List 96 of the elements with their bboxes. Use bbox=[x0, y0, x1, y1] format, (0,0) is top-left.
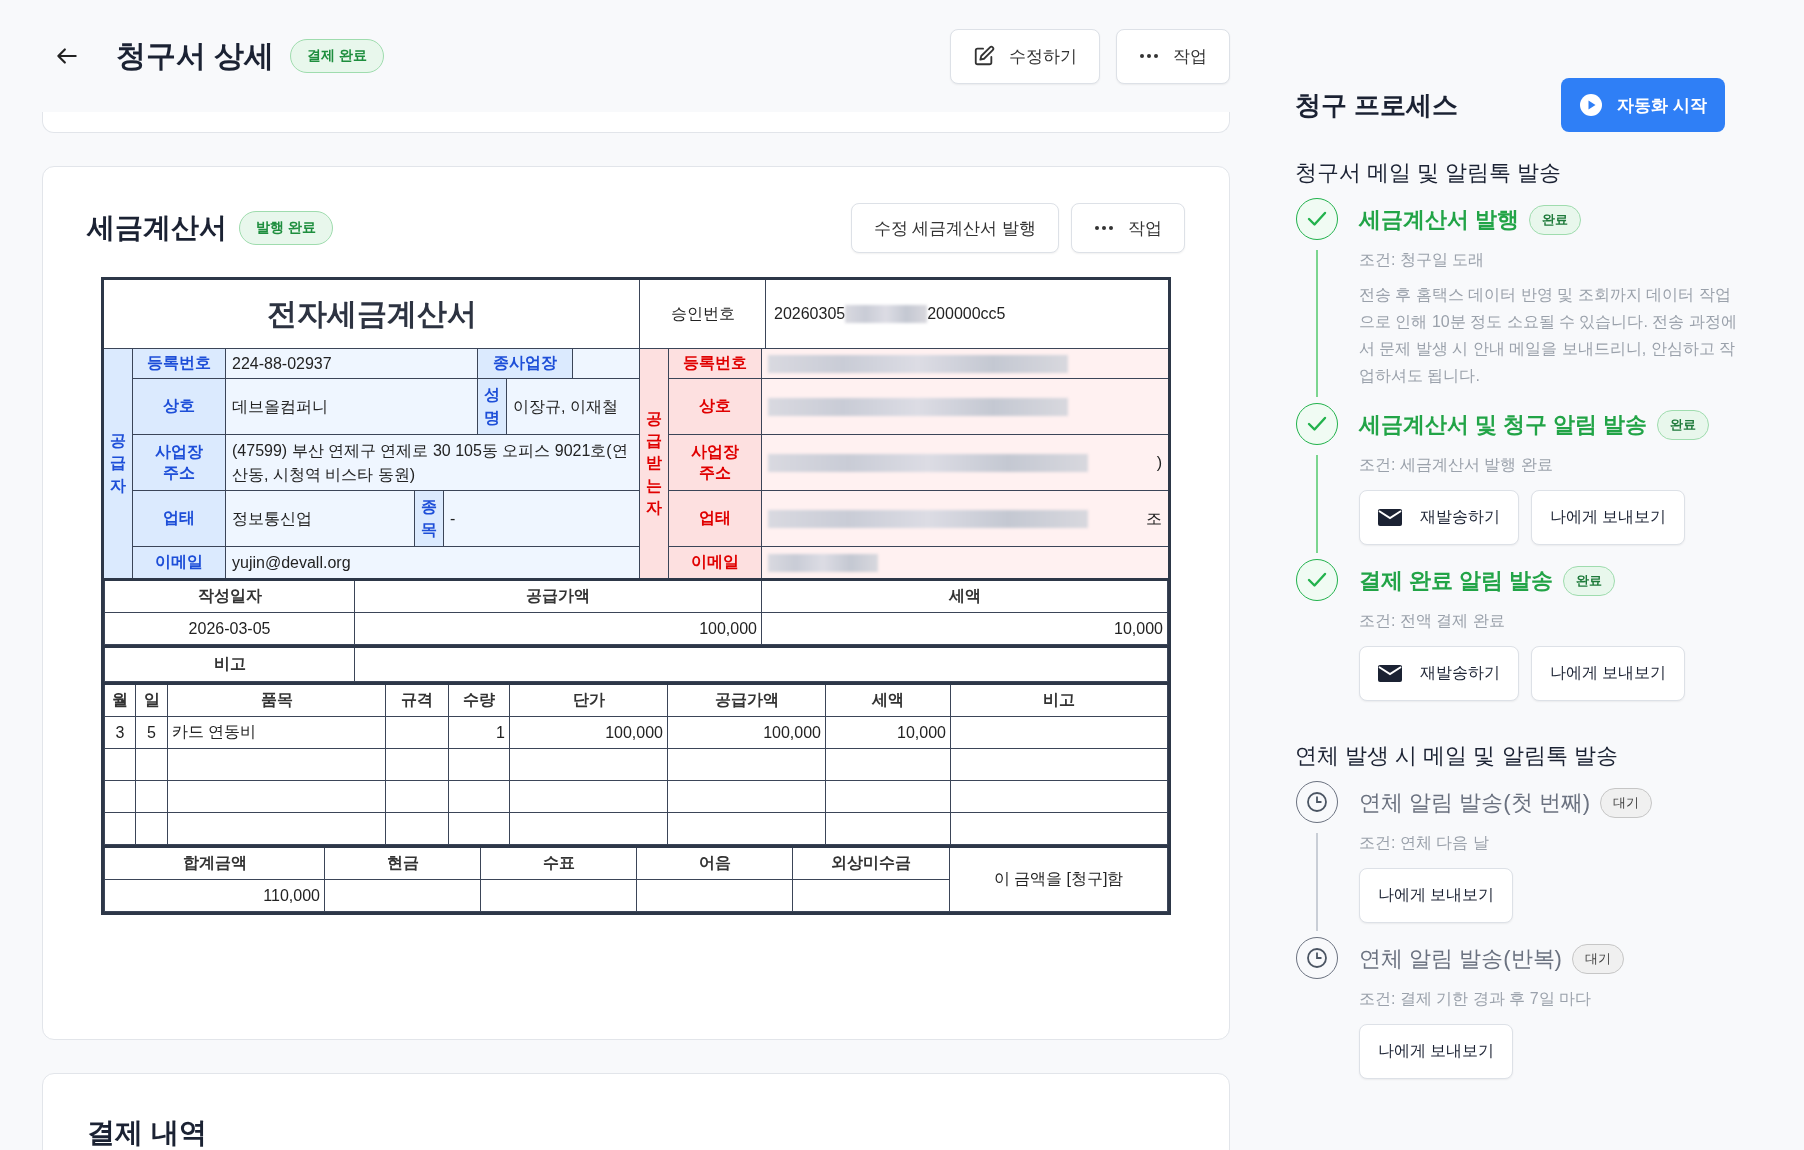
table-cell: 10,000 bbox=[825, 716, 951, 749]
edit-icon bbox=[973, 45, 995, 67]
page-title: 청구서 상세 bbox=[116, 37, 275, 74]
table-cell: 2026-03-05 bbox=[104, 612, 355, 645]
field-value: 20260305 bbox=[774, 305, 846, 323]
column-header: 어음 bbox=[636, 846, 793, 880]
edit-button[interactable]: 수정하기 bbox=[950, 28, 1100, 84]
field-label: 등록번호 bbox=[669, 349, 762, 378]
section-title: 결제 내역 bbox=[87, 1117, 207, 1148]
play-icon bbox=[1579, 93, 1604, 117]
step-title: 결제 완료 알림 발송 bbox=[1359, 567, 1554, 595]
resend-button[interactable]: 재발송하기 bbox=[1359, 490, 1519, 545]
condition-text: 조건: 세금계산서 발행 완료 bbox=[1359, 455, 1554, 475]
column-header: 공급가액 bbox=[667, 683, 826, 717]
field-value: ) bbox=[1156, 452, 1162, 473]
table-cell: 110,000 bbox=[104, 879, 325, 912]
clock-icon bbox=[1306, 791, 1328, 813]
send-test-button[interactable]: 나에게 보내보기 bbox=[1531, 646, 1686, 701]
column-header: 단가 bbox=[509, 683, 668, 717]
status-badge: 완료 bbox=[1563, 566, 1616, 596]
field-label: 이메일 bbox=[669, 547, 762, 578]
column-header: 세액 bbox=[761, 579, 1168, 613]
status-badge: 발행 완료 bbox=[239, 211, 333, 245]
start-automation-button[interactable]: 자동화 시작 bbox=[1561, 78, 1725, 132]
field-label: 승인번호 bbox=[640, 280, 766, 348]
condition-text: 조건: 청구일 도래 bbox=[1359, 250, 1486, 270]
actions-button[interactable]: 작업 bbox=[1116, 28, 1230, 84]
resend-button[interactable]: 재발송하기 bbox=[1359, 646, 1519, 701]
check-icon bbox=[1307, 416, 1327, 432]
column-header: 작성일자 bbox=[104, 579, 355, 613]
status-badge: 결제 완료 bbox=[290, 39, 385, 73]
column-header: 품목 bbox=[167, 683, 386, 717]
table-cell: 100,000 bbox=[509, 716, 668, 749]
send-test-button[interactable]: 나에게 보내보기 bbox=[1359, 1024, 1514, 1079]
status-badge: 대기 bbox=[1600, 788, 1652, 818]
side-label: 공급받는자 bbox=[640, 349, 669, 578]
field-label: 업태 bbox=[669, 491, 762, 546]
condition-text: 조건: 결제 기한 경과 후 7일 마다 bbox=[1359, 989, 1592, 1009]
mail-icon bbox=[1378, 665, 1402, 682]
field-label: 사업장 주소 bbox=[669, 435, 762, 490]
step-title: 세금계산서 발행 bbox=[1359, 206, 1520, 234]
status-badge: 완료 bbox=[1657, 410, 1710, 440]
field-label: 상호 bbox=[669, 379, 762, 434]
mail-icon bbox=[1378, 509, 1402, 526]
actions-button[interactable]: 작업 bbox=[1071, 203, 1185, 253]
side-label: 공급자 bbox=[104, 349, 133, 578]
field-value: 200000cc5 bbox=[927, 305, 1006, 323]
status-badge: 완료 bbox=[1529, 205, 1582, 235]
check-icon bbox=[1307, 211, 1327, 227]
panel-title: 청구 프로세스 bbox=[1295, 88, 1459, 122]
field-label: 등록번호 bbox=[133, 349, 226, 378]
status-badge: 대기 bbox=[1571, 944, 1624, 974]
table-cell: 10,000 bbox=[761, 612, 1168, 645]
table-cell: 100,000 bbox=[354, 612, 762, 645]
table-cell: 3 bbox=[104, 716, 136, 749]
field-label: 비고 bbox=[104, 646, 355, 682]
table-cell: 100,000 bbox=[667, 716, 826, 749]
table-cell: 5 bbox=[135, 716, 168, 749]
column-header: 현금 bbox=[324, 846, 481, 880]
check-icon bbox=[1307, 572, 1327, 588]
column-header: 합계금액 bbox=[104, 846, 325, 880]
table-cell: 1 bbox=[448, 716, 510, 749]
clock-icon bbox=[1306, 947, 1328, 969]
group-title: 청구서 메일 및 알림톡 발송 bbox=[1295, 159, 1563, 187]
condition-text: 조건: 연체 다음 날 bbox=[1359, 833, 1490, 853]
column-header: 일 bbox=[135, 683, 168, 717]
send-test-button[interactable]: 나에게 보내보기 bbox=[1531, 490, 1686, 545]
field-label: 성명 bbox=[477, 379, 507, 434]
field-label: 종목 bbox=[414, 491, 444, 546]
info-text: 전송 후 홈택스 데이터 반영 및 조회까지 데이터 작업으로 인해 10분 정도 소요될 수 있습니다. 전송 과정에서 문제 발생 시 안내 메일을 보내드리니, 안심하고 작업하셔도 됩니다. bbox=[1359, 285, 1738, 386]
more-icon bbox=[1139, 53, 1159, 59]
condition-text: 조건: 전액 결제 완료 bbox=[1359, 611, 1506, 631]
step-title: 연체 알림 발송(첫 번째) bbox=[1359, 789, 1590, 817]
column-header: 비고 bbox=[950, 683, 1168, 717]
column-header: 규격 bbox=[385, 683, 449, 717]
column-header: 월 bbox=[104, 683, 136, 717]
more-icon bbox=[1094, 225, 1114, 231]
group-title: 연체 발생 시 메일 및 알림톡 발송 bbox=[1295, 742, 1619, 770]
field-label: 종사업장 bbox=[477, 349, 573, 378]
field-label: 상호 bbox=[133, 379, 226, 434]
table-cell: 이 금액을 [청구]함 bbox=[949, 846, 1168, 912]
field-value: 조 bbox=[1146, 508, 1162, 529]
section-title: 세금계산서 bbox=[87, 211, 227, 245]
column-header: 세액 bbox=[825, 683, 951, 717]
step-title: 연체 알림 발송(반복) bbox=[1359, 945, 1562, 973]
field-label: 업태 bbox=[133, 491, 226, 546]
column-header: 수표 bbox=[480, 846, 637, 880]
field-label: 사업장 주소 bbox=[133, 435, 226, 490]
column-header: 외상미수금 bbox=[792, 846, 950, 880]
step-title: 세금계산서 및 청구 알림 발송 bbox=[1359, 411, 1648, 439]
reissue-button[interactable]: 수정 세금계산서 발행 bbox=[850, 203, 1059, 253]
send-test-button[interactable]: 나에게 보내보기 bbox=[1359, 868, 1514, 923]
column-header: 공급가액 bbox=[354, 579, 762, 613]
field-label: 이메일 bbox=[133, 547, 226, 578]
table-cell: 카드 연동비 bbox=[167, 716, 386, 749]
column-header: 수량 bbox=[448, 683, 510, 717]
